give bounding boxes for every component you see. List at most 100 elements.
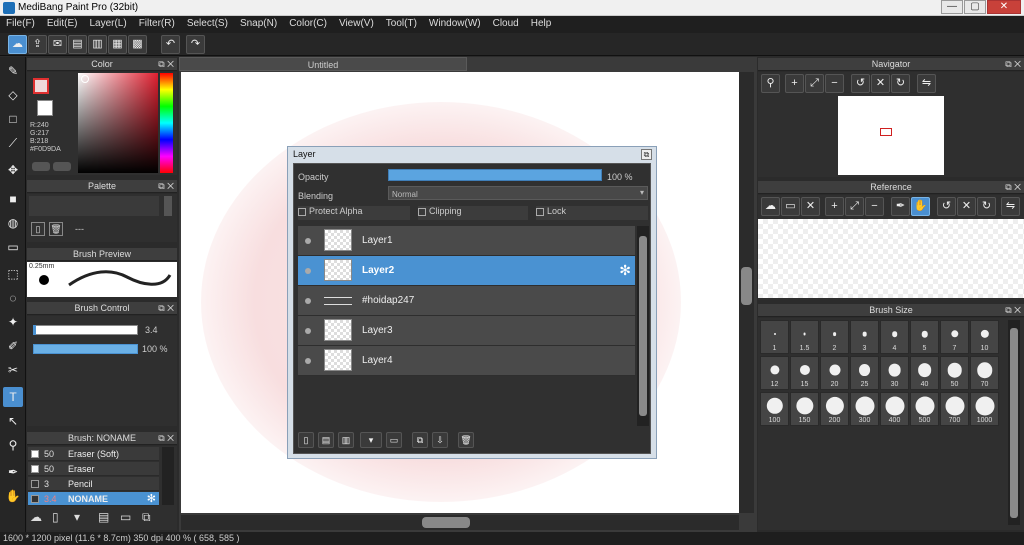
brush-copy-icon[interactable]: ▤ <box>98 510 109 524</box>
clipping-checkbox[interactable]: Clipping <box>418 206 528 220</box>
undo-icon[interactable]: ↶ <box>161 35 180 54</box>
brush-size-cell[interactable]: 1 <box>760 320 789 354</box>
magic-wand-tool-icon[interactable]: ✦ <box>3 312 23 332</box>
open-folder-icon[interactable]: ▭ <box>781 197 800 216</box>
menu-filter[interactable]: Filter(R) <box>133 16 181 33</box>
menu-file[interactable]: File(F) <box>0 16 41 33</box>
brush-size-cell[interactable]: 2 <box>820 320 849 354</box>
brush-size-cell[interactable]: 700 <box>940 392 969 426</box>
menu-cloud[interactable]: Cloud <box>487 16 525 33</box>
color-mode-icon[interactable] <box>32 162 50 171</box>
visibility-icon[interactable] <box>305 358 311 364</box>
tile-icon[interactable]: ▩ <box>128 35 147 54</box>
brush-item[interactable]: 50 Eraser <box>28 462 159 476</box>
duplicate-layer-icon[interactable]: ⧉ <box>412 432 428 448</box>
brush-size-cell[interactable]: 15 <box>790 356 819 390</box>
layer-menu-icon[interactable]: ▾ <box>360 432 382 448</box>
new-brush-icon[interactable]: ▯ <box>52 510 59 524</box>
panel-close-icon[interactable]: ⧉ ✕ <box>1005 181 1021 194</box>
menu-help[interactable]: Help <box>525 16 558 33</box>
minimize-button[interactable]: — <box>941 0 963 14</box>
visibility-icon[interactable] <box>305 328 311 334</box>
reference-rotate-right-icon[interactable]: ↻ <box>977 197 996 216</box>
layer-row[interactable]: Layer4 <box>298 346 635 376</box>
panel-close-icon[interactable]: ⧉ ✕ <box>158 180 174 193</box>
brush-size-cell[interactable]: 400 <box>880 392 909 426</box>
brush-duplicate-icon[interactable]: ⧉ <box>142 510 151 525</box>
menu-snap[interactable]: Snap(N) <box>234 16 283 33</box>
reference-eyedropper-icon[interactable]: ✒ <box>891 197 910 216</box>
brush-size-cell[interactable]: 4 <box>880 320 909 354</box>
delete-layer-icon[interactable]: 🗑 <box>458 432 474 448</box>
document-icon[interactable]: ▥ <box>88 35 107 54</box>
brush-size-cell[interactable]: 5 <box>910 320 939 354</box>
brush-size-cell[interactable]: 20 <box>820 356 849 390</box>
select-eraser-tool-icon[interactable]: ✂ <box>3 360 23 380</box>
layer-row-selected[interactable]: Layer2 ✻ <box>298 256 635 286</box>
zoom-out-icon[interactable]: − <box>825 74 844 93</box>
new-8bit-layer-icon[interactable]: ▥ <box>338 432 354 448</box>
menu-color[interactable]: Color(C) <box>283 16 333 33</box>
canvas-vertical-scrollbar[interactable] <box>739 72 754 513</box>
panel-close-icon[interactable]: ⧉ ✕ <box>158 58 174 71</box>
menu-window[interactable]: Window(W) <box>423 16 487 33</box>
panel-close-icon[interactable]: ⧉ ✕ <box>158 302 174 315</box>
layer-opacity-slider[interactable] <box>388 169 602 181</box>
panel-close-icon[interactable]: ⧉ ✕ <box>1005 304 1021 317</box>
brush-size-cell[interactable]: 1000 <box>970 392 999 426</box>
layer-settings-icon[interactable]: ✻ <box>619 262 631 279</box>
canvas-tab[interactable]: Untitled <box>179 57 467 71</box>
brush-item[interactable]: 3 Pencil <box>28 477 159 491</box>
flip-icon[interactable]: ⇋ <box>917 74 936 93</box>
layer-row[interactable]: Layer3 <box>298 316 635 346</box>
navigator-viewport[interactable] <box>880 128 892 136</box>
navigator-thumbnail[interactable] <box>838 96 944 175</box>
color-saturation-square[interactable] <box>78 73 158 173</box>
menu-select[interactable]: Select(S) <box>181 16 234 33</box>
reference-cloud-icon[interactable]: ☁ <box>761 197 780 216</box>
reference-hand-icon[interactable]: ✋ <box>911 197 930 216</box>
brush-size-cell[interactable]: 200 <box>820 392 849 426</box>
fit-icon[interactable]: ⤢ <box>805 74 824 93</box>
bucket-tool-icon[interactable]: ◍ <box>3 213 23 233</box>
dot-tool-icon[interactable]: ⟋ <box>3 133 23 153</box>
color-swap-icon[interactable] <box>53 162 71 171</box>
zoom-in-icon[interactable]: + <box>785 74 804 93</box>
select-pen-tool-icon[interactable]: ✐ <box>3 336 23 356</box>
brush-size-cell[interactable]: 1.5 <box>790 320 819 354</box>
eyedropper-tool-icon[interactable]: ⚲ <box>3 435 23 455</box>
layer-folder-icon[interactable]: ▭ <box>386 432 402 448</box>
menu-layer[interactable]: Layer(L) <box>83 16 132 33</box>
brush-folder-icon[interactable]: ▭ <box>120 510 131 524</box>
brush-size-cell[interactable]: 300 <box>850 392 879 426</box>
panel-close-icon[interactable]: ⧉ ✕ <box>158 432 174 445</box>
new-layer-icon[interactable]: ▯ <box>298 432 314 448</box>
new-palette-icon[interactable]: ▯ <box>31 222 45 236</box>
redo-icon[interactable]: ↷ <box>186 35 205 54</box>
reference-zoom-out-icon[interactable]: − <box>865 197 884 216</box>
menu-view[interactable]: View(V) <box>333 16 380 33</box>
brush-size-slider[interactable] <box>33 325 138 335</box>
blending-select[interactable]: Normal ▾ <box>388 186 648 200</box>
reference-flip-icon[interactable]: ⇋ <box>1001 197 1020 216</box>
fill-rect-tool-icon[interactable]: ■ <box>3 189 23 209</box>
close-button[interactable]: ✕ <box>987 0 1021 14</box>
select-rect-tool-icon[interactable]: ⬚ <box>3 264 23 284</box>
rotate-left-icon[interactable]: ↺ <box>851 74 870 93</box>
comment-icon[interactable]: ✉ <box>48 35 67 54</box>
brush-size-cell[interactable]: 7 <box>940 320 969 354</box>
chat-icon[interactable]: ▤ <box>68 35 87 54</box>
layer-list-scrollbar[interactable] <box>637 226 649 426</box>
brush-menu-icon[interactable]: ▾ <box>74 510 80 524</box>
layer-dialog-close-icon[interactable]: ⧉ <box>641 149 652 160</box>
reference-rotate-left-icon[interactable]: ↺ <box>937 197 956 216</box>
foreground-color-swatch[interactable] <box>33 78 49 94</box>
panel-close-icon[interactable]: ⧉ ✕ <box>1005 58 1021 71</box>
brush-settings-icon[interactable]: ✻ <box>147 492 156 505</box>
reference-image-area[interactable] <box>758 219 1024 298</box>
brush-size-scrollbar[interactable] <box>1008 320 1020 525</box>
brush-size-cell[interactable]: 70 <box>970 356 999 390</box>
protect-alpha-checkbox[interactable]: Protect Alpha <box>298 206 410 220</box>
move-tool-icon[interactable]: ✥ <box>3 160 23 180</box>
brush-size-cell[interactable]: 12 <box>760 356 789 390</box>
